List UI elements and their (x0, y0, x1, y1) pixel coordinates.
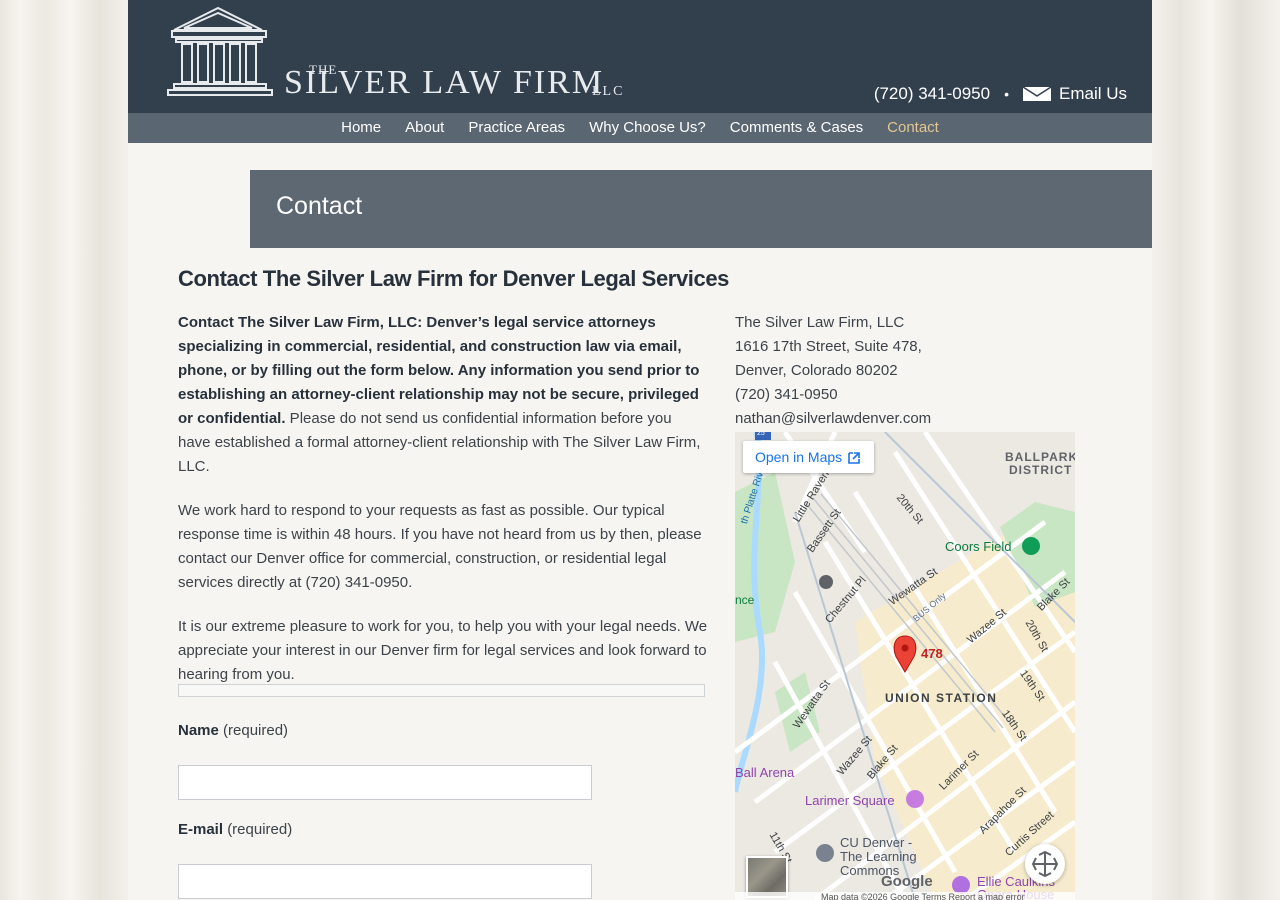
email-us-label: Email Us (1058, 84, 1127, 103)
address-phone[interactable]: (720) 341-0950 (735, 383, 931, 407)
map-label-pin: 478 (921, 646, 943, 661)
nav-contact[interactable]: Contact (875, 113, 951, 143)
address-firm: The Silver Law Firm, LLC (735, 314, 905, 331)
open-in-maps-button[interactable]: Open in Maps (743, 441, 874, 473)
fullscreen-button[interactable] (1025, 844, 1065, 884)
name-required: (required) (223, 722, 289, 739)
content-column: Contact The Silver Law Firm, LLC: Denver… (178, 311, 708, 707)
fullscreen-icon (1031, 850, 1059, 878)
page: THE SILVER LAW FIRM LLC (720) 341-0950 •… (128, 0, 1152, 900)
main-nav: Home About Practice Areas Why Choose Us?… (128, 113, 1152, 143)
nav-practice-areas[interactable]: Practice Areas (456, 113, 577, 143)
attraction-icon (906, 790, 924, 808)
map-label-cu2: The Learning (840, 849, 917, 864)
logo-llc: LLC (592, 84, 625, 99)
site-header: THE SILVER LAW FIRM LLC (720) 341-0950 •… (128, 0, 1152, 113)
external-link-icon (848, 452, 860, 464)
address-block: The Silver Law Firm, LLC 1616 17th Stree… (735, 311, 931, 431)
email-label: E-mail (required) (178, 821, 292, 838)
email-link[interactable]: Email Us (1022, 84, 1127, 104)
transit-icon (819, 575, 833, 589)
name-label: Name (required) (178, 722, 288, 739)
stadium-icon (1022, 537, 1040, 555)
map-label-shield: 25 (757, 432, 765, 437)
map-label-union: UNION STATION (885, 691, 998, 705)
nav-about[interactable]: About (393, 113, 456, 143)
map-label-coors: Coors Field (945, 539, 1012, 554)
email-required: (required) (227, 821, 293, 838)
page-banner: Contact (250, 170, 1152, 248)
separator: • (1004, 86, 1009, 102)
map-label-cu1: CU Denver - (840, 835, 913, 850)
map-label-ball-arena: Ball Arena (735, 765, 795, 780)
header-phone[interactable]: (720) 341-0950 (874, 84, 990, 104)
form-divider (178, 684, 705, 697)
map-label-larimer: Larimer Square (805, 793, 895, 808)
google-logo: Google (881, 873, 933, 890)
nav-why-choose-us[interactable]: Why Choose Us? (577, 113, 718, 143)
envelope-icon (1022, 87, 1051, 101)
logo-firm-name: SILVER LAW FIRM (284, 64, 605, 101)
name-input[interactable] (178, 765, 592, 800)
name-label-text: Name (178, 722, 219, 739)
map-label-nce: nce (735, 593, 755, 607)
nav-comments-cases[interactable]: Comments & Cases (718, 113, 875, 143)
nav-home[interactable]: Home (329, 113, 393, 143)
map-attribution[interactable]: Map data ©2026 Google Terms Report a map… (735, 892, 1075, 900)
response-paragraph: We work hard to respond to your requests… (178, 502, 702, 591)
page-title: Contact (276, 192, 363, 220)
address-email[interactable]: nathan@silverlawdenver.com (735, 407, 931, 431)
address-street: 1616 17th Street, Suite 478, (735, 338, 922, 355)
content-heading: Contact The Silver Law Firm for Denver L… (178, 266, 729, 291)
site-logo[interactable]: THE SILVER LAW FIRM LLC (162, 4, 642, 108)
closing-paragraph: It is our extreme pleasure to work for y… (178, 618, 708, 683)
intro-paragraph: Contact The Silver Law Firm, LLC: Denver… (178, 311, 708, 479)
email-input[interactable] (178, 864, 592, 899)
map-label-ballpark: BALLPARK (1005, 450, 1075, 464)
map-label-district: DISTRICT (1009, 463, 1073, 477)
address-city: Denver, Colorado 80202 (735, 362, 898, 379)
embedded-map[interactable]: 25 BALLPARK DISTRICT Coors Field 478 UNI… (735, 432, 1075, 900)
header-contact: (720) 341-0950 • Email Us (874, 84, 1127, 104)
email-label-text: E-mail (178, 821, 224, 838)
open-in-maps-label: Open in Maps (755, 449, 843, 465)
school-icon (816, 844, 834, 862)
